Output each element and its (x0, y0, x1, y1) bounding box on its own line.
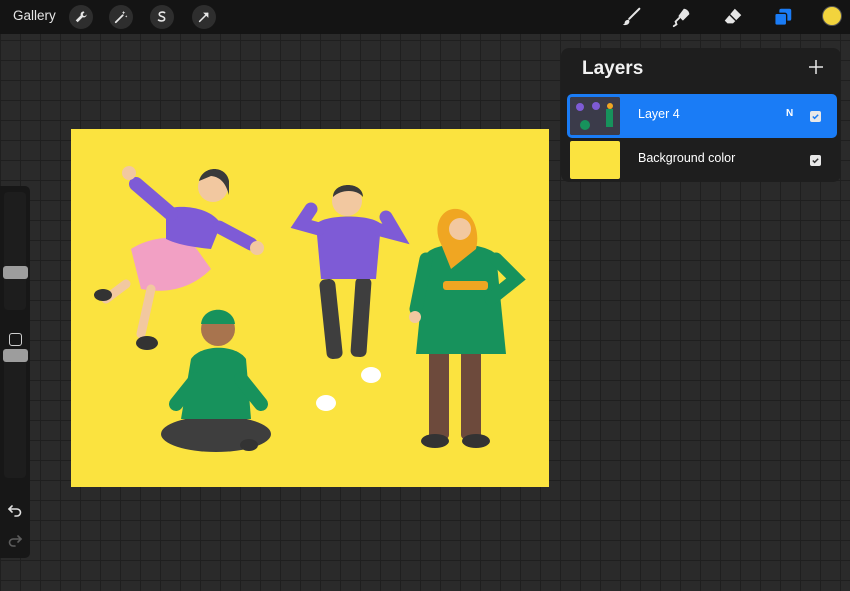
layer-blend-mode[interactable]: N (786, 108, 793, 119)
smudge-icon[interactable] (670, 5, 694, 29)
opacity-slider[interactable] (3, 348, 28, 478)
layer-visibility-checkbox[interactable] (810, 155, 821, 166)
floating-woman-figure (94, 166, 264, 350)
layer-name: Layer 4 (638, 107, 680, 121)
left-sidebar (0, 186, 30, 558)
layer-thumbnail (570, 97, 620, 135)
undo-icon[interactable] (7, 502, 23, 518)
jumping-man-figure (290, 185, 410, 411)
gallery-button[interactable]: Gallery (13, 8, 56, 23)
layers-panel: Layers Layer 4 N Background color (561, 48, 841, 182)
top-toolbar: Gallery (0, 0, 850, 34)
modify-button[interactable] (9, 333, 22, 346)
background-color-swatch (570, 141, 620, 179)
layer-name: Background color (638, 151, 736, 165)
standing-woman-figure (409, 208, 526, 448)
characters-illustration (94, 166, 526, 452)
selection-icon[interactable] (150, 5, 174, 29)
layer-visibility-checkbox[interactable] (810, 111, 821, 122)
plus-icon[interactable] (805, 56, 827, 78)
layer-row-layer-4[interactable]: Layer 4 N (567, 94, 837, 138)
opacity-thumb[interactable] (3, 348, 28, 362)
layers-icon[interactable] (771, 5, 795, 29)
meditating-man-figure (161, 309, 271, 452)
wrench-icon[interactable] (69, 5, 93, 29)
color-picker-swatch[interactable] (822, 6, 842, 26)
magic-wand-icon[interactable] (109, 5, 133, 29)
redo-icon[interactable] (7, 532, 23, 548)
layer-row-background-color[interactable]: Background color (567, 138, 837, 182)
drawing-canvas[interactable] (71, 129, 549, 487)
brush-size-thumb[interactable] (3, 265, 28, 279)
layers-panel-title: Layers (582, 58, 644, 79)
brush-icon[interactable] (620, 5, 644, 29)
eraser-icon[interactable] (721, 5, 745, 29)
brush-size-slider[interactable] (3, 192, 28, 310)
transform-arrow-icon[interactable] (192, 5, 216, 29)
